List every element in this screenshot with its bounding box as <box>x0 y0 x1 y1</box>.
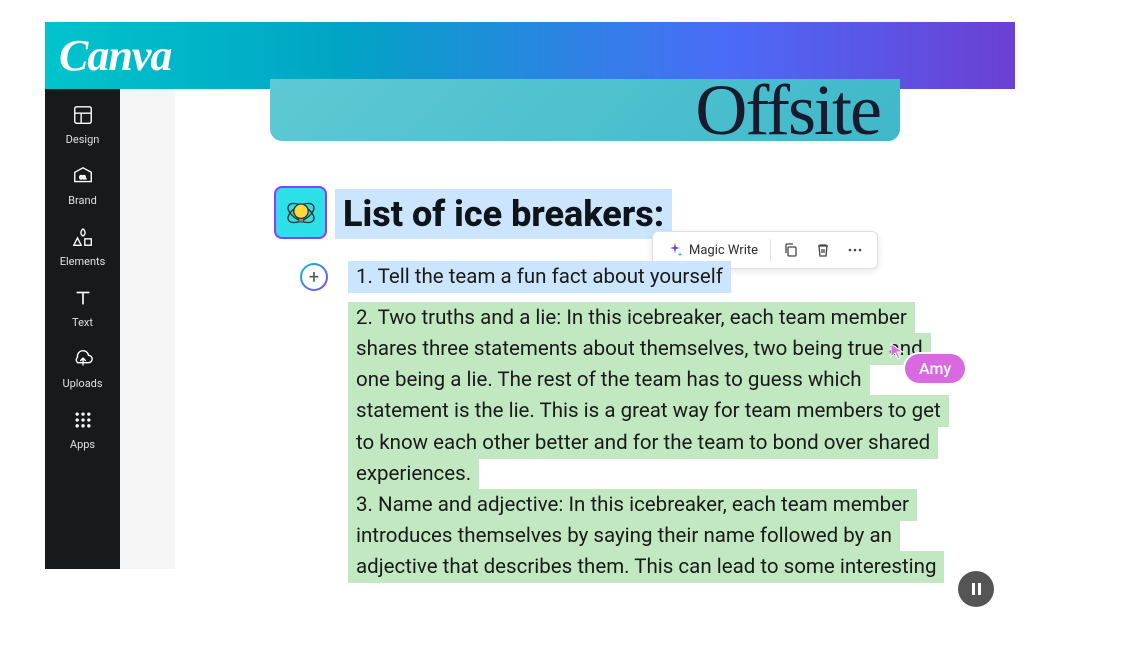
cursor-arrow-icon <box>889 342 907 360</box>
list-item[interactable]: 2. Two truths and a lie: In this icebrea… <box>348 303 953 490</box>
sidebar-label: Uploads <box>62 377 102 390</box>
trash-icon <box>815 242 831 258</box>
sidebar-item-apps[interactable]: Apps <box>45 408 120 451</box>
numbered-list[interactable]: 1. Tell the team a fun fact about yourse… <box>348 261 953 583</box>
sidebar-label: Apps <box>70 438 95 451</box>
sidebar: Design CO. Brand Elements Text Uploads A… <box>45 89 120 569</box>
sidebar-item-design[interactable]: Design <box>45 103 120 146</box>
collaborator-name-badge: Amy <box>903 352 967 385</box>
cloud-upload-icon <box>71 347 95 371</box>
sidebar-label: Brand <box>68 194 97 207</box>
sidebar-item-text[interactable]: Text <box>45 286 120 329</box>
magic-write-label: Magic Write <box>689 243 758 258</box>
header-title: Offsite <box>695 79 880 141</box>
divider <box>770 239 771 261</box>
sidebar-label: Design <box>66 133 100 146</box>
pause-button[interactable] <box>958 571 994 607</box>
header-hero-image: Offsite <box>270 79 900 141</box>
text-icon <box>71 286 95 310</box>
magic-write-button[interactable]: Magic Write <box>661 238 764 262</box>
copy-button[interactable] <box>777 238 805 262</box>
apps-grid-icon <box>71 408 95 432</box>
more-button[interactable] <box>841 238 869 262</box>
document-page[interactable]: Offsite List of ice breakers: Magic Writ… <box>175 89 1015 569</box>
add-block-button[interactable]: + <box>300 263 328 291</box>
copy-icon <box>783 242 799 258</box>
more-dots-icon <box>847 242 863 258</box>
document-heading[interactable]: List of ice breakers: <box>335 189 672 239</box>
layout-icon <box>71 103 95 127</box>
elements-icon <box>71 225 95 249</box>
canvas-area: Offsite List of ice breakers: Magic Writ… <box>120 89 1015 569</box>
svg-text:CO.: CO. <box>79 175 86 181</box>
sidebar-item-brand[interactable]: CO. Brand <box>45 164 120 207</box>
sidebar-label: Elements <box>60 255 106 268</box>
sidebar-item-elements[interactable]: Elements <box>45 225 120 268</box>
pause-icon <box>972 583 981 595</box>
canva-logo: Canva <box>59 30 171 81</box>
sidebar-label: Text <box>72 316 93 329</box>
delete-button[interactable] <box>809 238 837 262</box>
lightbulb-icon <box>283 195 319 231</box>
brand-icon: CO. <box>71 164 95 188</box>
list-item[interactable]: 1. Tell the team a fun fact about yourse… <box>348 261 953 303</box>
lightbulb-icon-block[interactable] <box>274 186 327 239</box>
sparkle-icon <box>667 242 683 258</box>
sidebar-item-uploads[interactable]: Uploads <box>45 347 120 390</box>
list-item[interactable]: 3. Name and adjective: In this icebreake… <box>348 490 953 583</box>
